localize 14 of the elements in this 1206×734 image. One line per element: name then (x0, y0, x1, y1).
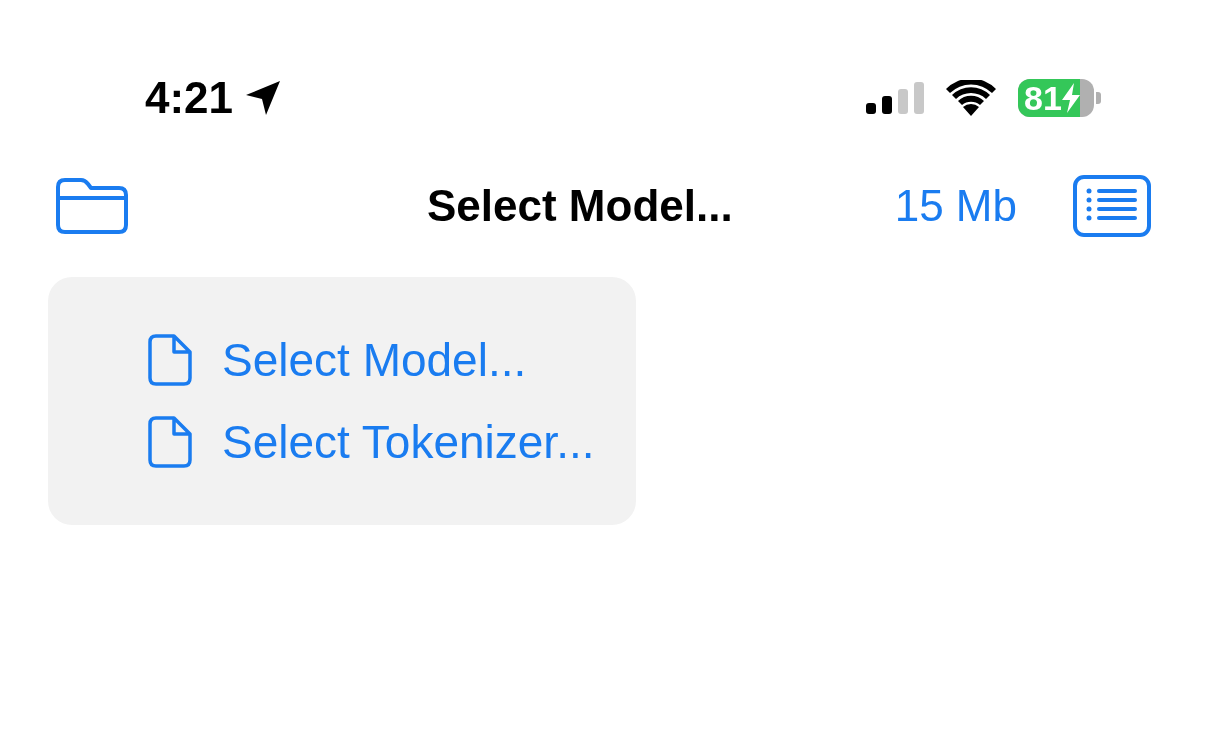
status-time: 4:21 (145, 76, 234, 120)
battery-cap-icon (1096, 92, 1101, 104)
menu-item[interactable]: Select Tokenizer... (148, 416, 636, 468)
menu-item[interactable]: Select Model... (148, 334, 636, 386)
bolt-icon (1061, 83, 1080, 113)
document-icon (148, 334, 192, 386)
battery-percentage: 81 (1024, 81, 1062, 115)
model-size: 15 Mb (894, 184, 1017, 228)
folder-icon[interactable] (55, 177, 129, 235)
list-icon[interactable] (1073, 175, 1151, 237)
signal-icon (866, 82, 924, 114)
nav-title: Select Model... (427, 184, 733, 228)
document-icon (148, 416, 192, 468)
wifi-icon (946, 80, 996, 116)
